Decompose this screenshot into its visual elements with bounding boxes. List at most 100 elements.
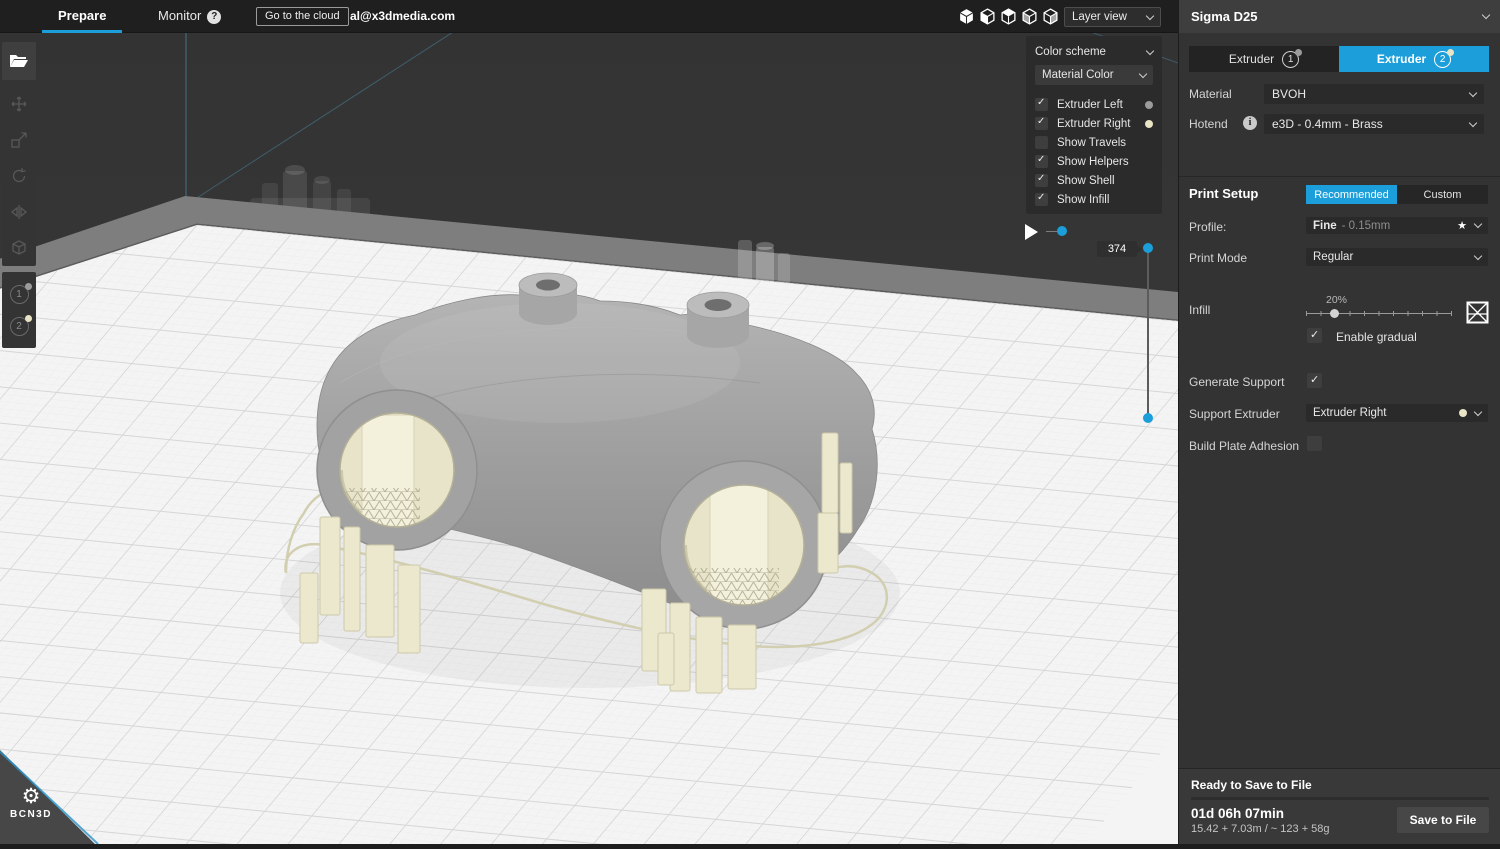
extruder-1-number: 1: [16, 289, 22, 300]
extruder-1-button[interactable]: 1: [2, 278, 36, 310]
tab-extruder-2[interactable]: Extruder 2: [1339, 46, 1489, 72]
account-email[interactable]: al@x3dmedia.com: [350, 0, 455, 33]
infill-label: Infill: [1189, 303, 1210, 317]
move-tool-button[interactable]: [2, 86, 36, 122]
profile-detail: - 0.15mm: [1342, 220, 1457, 232]
view-right-icon[interactable]: [1042, 8, 1059, 25]
show-infill-checkbox[interactable]: [1035, 193, 1048, 206]
bcn3d-logo: ⚙ BCN3D: [5, 786, 57, 820]
open-folder-icon: [9, 53, 29, 70]
view-top-icon[interactable]: [1000, 8, 1017, 25]
rotate-tool-button[interactable]: [2, 158, 36, 194]
layer-slider-top-handle[interactable]: [1143, 243, 1153, 253]
profile-dropdown[interactable]: Fine - 0.15mm: [1306, 217, 1488, 234]
extruder-2-button[interactable]: 2: [2, 310, 36, 342]
mirror-tool-button[interactable]: [2, 194, 36, 230]
chevron-down-icon: [1474, 407, 1482, 415]
show-shell-label: Show Shell: [1057, 175, 1153, 187]
extruder-right-checkbox[interactable]: [1035, 117, 1048, 130]
extruder-tabs: Extruder 1 Extruder 2: [1189, 46, 1489, 72]
option-show-travels: Show Travels: [1035, 133, 1153, 152]
top-bar: Prepare Monitor Go to the cloud al@x3dme…: [0, 0, 1178, 33]
custom-mode-button[interactable]: Custom: [1397, 185, 1488, 204]
move-icon: [10, 95, 28, 113]
extruder-2-tab-dot: [1447, 49, 1454, 56]
tool-group: [2, 86, 36, 266]
support-blocker-tool-button[interactable]: [2, 230, 36, 266]
extruder-left-checkbox[interactable]: [1035, 98, 1048, 111]
model-boss-left: [519, 273, 577, 325]
scale-tool-button[interactable]: [2, 122, 36, 158]
infill-pattern-icon[interactable]: [1466, 301, 1489, 324]
show-infill-label: Show Infill: [1057, 194, 1153, 206]
option-extruder-right: Extruder Right: [1035, 114, 1153, 133]
print-time-estimate: 01d 06h 07min: [1191, 806, 1284, 821]
show-travels-label: Show Travels: [1057, 137, 1153, 149]
profile-value: Fine: [1313, 220, 1337, 232]
view-mode-value: Layer view: [1072, 11, 1127, 23]
material-usage: 15.42 + 7.03m / ~ 123 + 58g: [1191, 823, 1330, 835]
tab-extruder-1[interactable]: Extruder 1: [1189, 46, 1339, 72]
chevron-down-icon[interactable]: [1146, 46, 1154, 54]
material-dropdown[interactable]: BVOH: [1264, 84, 1484, 104]
infill-slider-handle[interactable]: [1330, 309, 1339, 318]
infill-slider[interactable]: [1306, 313, 1451, 314]
color-scheme-label: Color scheme: [1035, 46, 1106, 58]
support-blocker-icon: [10, 239, 28, 257]
layer-slider-bottom-handle[interactable]: [1143, 413, 1153, 423]
print-mode-dropdown[interactable]: Regular: [1306, 248, 1488, 266]
material-value: BVOH: [1272, 87, 1306, 101]
hotend-dropdown[interactable]: e3D - 0.4mm - Brass: [1264, 114, 1484, 134]
logo-text: BCN3D: [5, 809, 57, 820]
simulation-slider-handle[interactable]: [1057, 226, 1067, 236]
print-setup-title: Print Setup: [1189, 186, 1258, 201]
show-travels-checkbox[interactable]: [1035, 136, 1048, 149]
save-to-file-button[interactable]: Save to File: [1397, 807, 1489, 833]
view-front-icon[interactable]: [979, 8, 996, 25]
extruder-right-label: Extruder Right: [1057, 118, 1145, 130]
color-scheme-dropdown[interactable]: Material Color: [1035, 65, 1153, 85]
view-mode-dropdown[interactable]: Layer view: [1064, 7, 1161, 27]
tab-monitor[interactable]: Monitor: [142, 0, 237, 33]
support-extruder-value: Extruder Right: [1313, 407, 1459, 419]
view-left-icon[interactable]: [1021, 8, 1038, 25]
play-button[interactable]: [1025, 224, 1038, 240]
material-label: Material: [1189, 87, 1232, 101]
extruder-2-tab-label: Extruder: [1377, 52, 1426, 66]
show-shell-checkbox[interactable]: [1035, 174, 1048, 187]
star-icon[interactable]: [1457, 219, 1467, 232]
chevron-down-icon: [1469, 88, 1477, 96]
option-show-shell: Show Shell: [1035, 171, 1153, 190]
support-extruder-material-dot: [1459, 409, 1467, 417]
tab-prepare[interactable]: Prepare: [42, 0, 122, 33]
show-helpers-label: Show Helpers: [1057, 156, 1153, 168]
viewport-3d[interactable]: [0, 33, 1178, 844]
generate-support-checkbox[interactable]: [1307, 373, 1322, 388]
extruder-2-material-dot: [25, 315, 32, 322]
build-plate-adhesion-label: Build Plate Adhesion: [1189, 439, 1299, 453]
current-layer-badge: 374: [1097, 241, 1137, 257]
printer-name: Sigma D25: [1191, 0, 1257, 33]
model-boss-right: [687, 292, 749, 348]
extruder-2-number: 2: [16, 321, 22, 332]
show-helpers-checkbox[interactable]: [1035, 155, 1048, 168]
layer-range-slider[interactable]: [1147, 248, 1149, 418]
recommended-mode-button[interactable]: Recommended: [1306, 185, 1397, 204]
chevron-down-icon: [1482, 11, 1490, 19]
build-plate-adhesion-checkbox[interactable]: [1307, 436, 1322, 451]
view-3d-icon[interactable]: [958, 8, 975, 25]
generate-support-label: Generate Support: [1189, 375, 1284, 389]
printer-header[interactable]: Sigma D25: [1179, 0, 1500, 33]
gear-icon: ⚙: [5, 786, 57, 808]
support-extruder-dropdown[interactable]: Extruder Right: [1306, 404, 1488, 422]
hotend-info-icon[interactable]: [1243, 116, 1257, 130]
settings-panel: Sigma D25 Extruder 1 Extruder 2 Material…: [1178, 0, 1500, 844]
help-icon[interactable]: [207, 10, 221, 24]
hotend-value: e3D - 0.4mm - Brass: [1272, 117, 1383, 131]
extruder-right-color-dot: [1145, 120, 1153, 128]
mirror-icon: [10, 203, 28, 221]
enable-gradual-checkbox[interactable]: [1307, 328, 1322, 343]
color-scheme-value: Material Color: [1042, 69, 1114, 81]
go-to-cloud-button[interactable]: Go to the cloud: [256, 7, 349, 26]
open-file-button[interactable]: [2, 42, 36, 80]
